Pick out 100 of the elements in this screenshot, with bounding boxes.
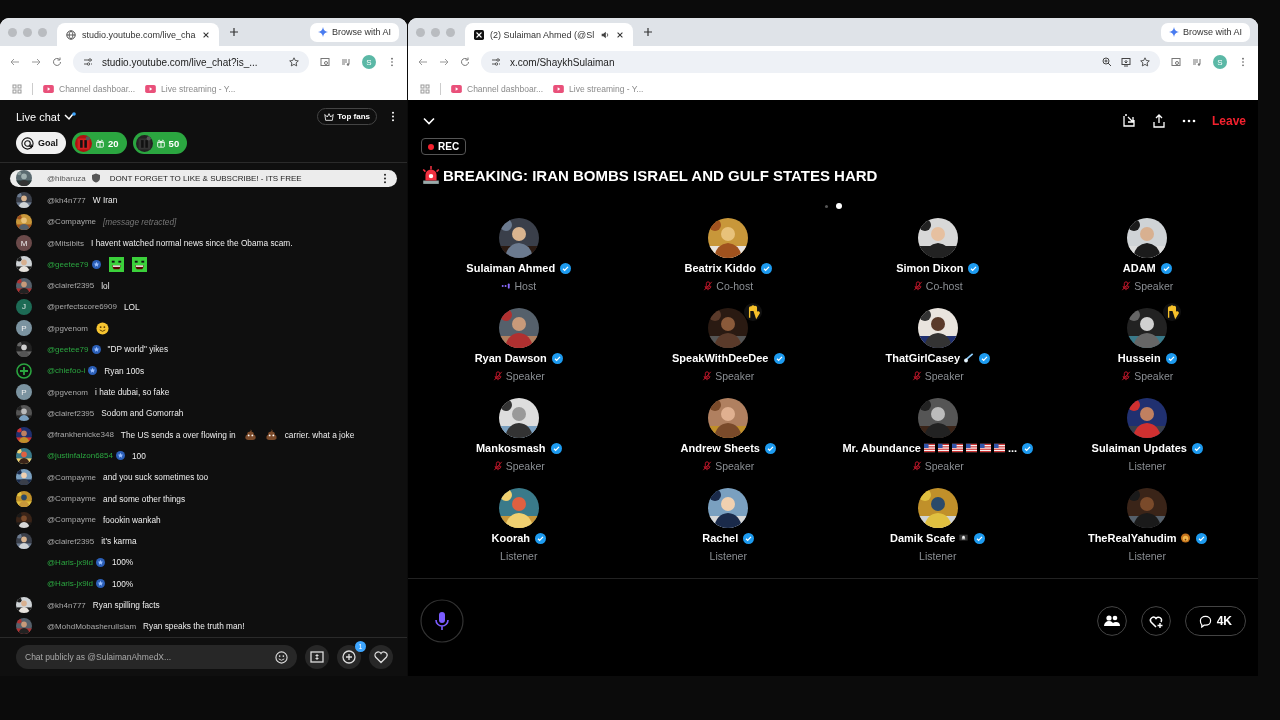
install-icon[interactable] — [1121, 57, 1131, 67]
more-icon[interactable] — [1181, 119, 1196, 123]
address-bar[interactable]: studio.youtube.com/live_chat?is_... — [73, 51, 309, 73]
super-chat-icon[interactable] — [305, 645, 329, 669]
username[interactable]: @kh4n777 — [47, 195, 86, 205]
participant-name[interactable]: Damik Scafe — [890, 532, 956, 544]
reload-icon[interactable] — [460, 57, 470, 67]
participant-name[interactable]: Mr. Abundance — [842, 442, 921, 454]
site-settings-icon[interactable] — [491, 57, 501, 67]
search-tabs-icon[interactable] — [320, 57, 330, 67]
new-tab-icon[interactable] — [228, 27, 239, 37]
media-icon[interactable] — [341, 57, 351, 67]
message-text: carrier. what a joke — [284, 429, 355, 440]
share-icon[interactable] — [1151, 114, 1166, 128]
username[interactable]: @Compayme — [47, 217, 97, 227]
username[interactable]: @Compayme — [47, 472, 97, 482]
browse-with-ai-button[interactable]: Browse with AI — [1160, 22, 1250, 42]
username[interactable]: @Compayme — [47, 494, 97, 504]
media-icon[interactable] — [1192, 57, 1202, 67]
gift-icon — [155, 138, 166, 148]
participant-name[interactable]: ThatGirlCasey — [885, 352, 961, 364]
chat-input-field[interactable]: Chat publicly as @SulaimanAhmedX... — [16, 645, 297, 669]
username[interactable]: @perfectscore6909 — [47, 302, 117, 312]
participant-name[interactable]: SpeakWithDeeDee — [672, 352, 769, 364]
page-dot[interactable] — [824, 204, 828, 208]
chevron-down-icon[interactable] — [64, 111, 77, 122]
browser-tab[interactable]: studio.youtube.com/live_cha — [57, 23, 219, 46]
goal-chip[interactable]: Goal — [16, 132, 66, 154]
username[interactable]: @Mitsibits — [47, 238, 84, 248]
new-tab-icon[interactable] — [643, 27, 654, 37]
heart-plus-icon[interactable] — [1140, 606, 1171, 636]
participant-name[interactable]: Ryan Dawson — [474, 352, 547, 364]
username[interactable]: @kh4n777 — [47, 600, 86, 610]
add-icon[interactable] — [337, 645, 361, 669]
bookmark-link[interactable]: Live streaming - Y... — [145, 84, 236, 94]
emote-icon — [131, 256, 147, 272]
participant-role: Speaker — [1134, 280, 1174, 292]
flag-icon — [965, 443, 977, 453]
username[interactable]: @geetee79 — [47, 345, 89, 354]
emoji-icon[interactable] — [275, 650, 288, 664]
username[interactable]: @frankhenicke348 — [47, 430, 114, 440]
message-text: 100 — [131, 450, 146, 461]
participant-role: Speaker — [924, 370, 964, 382]
more-icon[interactable] — [383, 172, 387, 184]
participant-name[interactable]: Rachel — [702, 532, 739, 544]
username[interactable]: @clairef2395 — [47, 536, 95, 546]
participant-name[interactable]: Mankosmash — [475, 442, 546, 454]
username[interactable]: @MohdMobasherulIslam — [47, 621, 137, 631]
speaker-icon[interactable] — [600, 29, 611, 40]
message-text: Ryan spilling facts — [92, 600, 160, 611]
star-icon[interactable] — [289, 57, 299, 67]
participant-name[interactable]: Sulaiman Updates — [1091, 442, 1187, 454]
participant-name[interactable]: Sulaiman Ahmed — [466, 262, 556, 274]
participant-name[interactable]: ADAM — [1122, 262, 1156, 274]
username[interactable]: @Haris-jx9ld — [47, 557, 93, 567]
page-dot[interactable] — [835, 203, 842, 209]
participant-name[interactable]: Koorah — [491, 532, 530, 544]
forward-icon[interactable] — [31, 57, 41, 67]
mic-muted-icon — [702, 461, 713, 471]
bookmark-link[interactable]: Channel dashboar... — [451, 84, 544, 94]
participant-name[interactable]: Hussein — [1117, 352, 1161, 364]
people-icon[interactable] — [1096, 606, 1127, 636]
dock-icon[interactable] — [1121, 114, 1136, 128]
reload-icon[interactable] — [52, 57, 62, 67]
username[interactable]: @justinfalzon6854 — [47, 451, 113, 461]
member-badge-icon — [115, 451, 125, 461]
back-icon[interactable] — [10, 57, 20, 67]
username[interactable]: @Haris-jx9ld — [47, 579, 93, 589]
sparkle-icon — [1168, 27, 1179, 37]
username[interactable]: @Compayme — [47, 515, 97, 525]
bookmark-link[interactable]: Channel dashboar... — [43, 84, 136, 94]
username[interactable]: @clairef2395 — [47, 281, 95, 291]
bookmark-link[interactable]: Live streaming - Y... — [553, 84, 644, 94]
participant-name[interactable]: Andrew Sheets — [680, 442, 760, 454]
participant-name[interactable]: Beatrix Kiddo — [684, 262, 756, 274]
participant-name[interactable]: TheRealYahudim — [1087, 532, 1177, 544]
zoom-icon[interactable] — [1102, 57, 1112, 67]
site-settings-icon[interactable] — [83, 57, 93, 67]
username[interactable]: @clairef2395 — [47, 408, 95, 418]
leave-button[interactable]: Leave — [1211, 114, 1246, 128]
back-icon[interactable] — [418, 57, 428, 67]
participant-name[interactable]: Simon Dixon — [896, 262, 964, 274]
username[interactable]: @pgvenom — [47, 387, 89, 397]
username[interactable]: @pgvenom — [47, 323, 89, 333]
close-icon[interactable] — [201, 30, 210, 39]
username[interactable]: @geetee79 — [47, 259, 89, 269]
star-icon[interactable] — [1140, 57, 1150, 67]
comments-button[interactable]: 4K — [1184, 606, 1246, 636]
forward-icon[interactable] — [439, 57, 449, 67]
microphone-button-icon[interactable] — [420, 599, 464, 643]
address-bar[interactable]: x.com/ShaykhSulaiman — [481, 51, 1160, 73]
browser-tab[interactable]: (2) Sulaiman Ahmed (@Sl — [465, 23, 634, 46]
browse-with-ai-button[interactable]: Browse with AI — [309, 22, 399, 42]
flag-icon — [951, 443, 963, 453]
close-icon[interactable] — [616, 30, 625, 39]
search-tabs-icon[interactable] — [1171, 57, 1181, 67]
youtube-icon — [145, 85, 157, 93]
more-icon[interactable] — [391, 111, 395, 122]
username[interactable]: @chiefoo-i — [47, 366, 86, 376]
participant-role: Speaker — [715, 370, 755, 382]
